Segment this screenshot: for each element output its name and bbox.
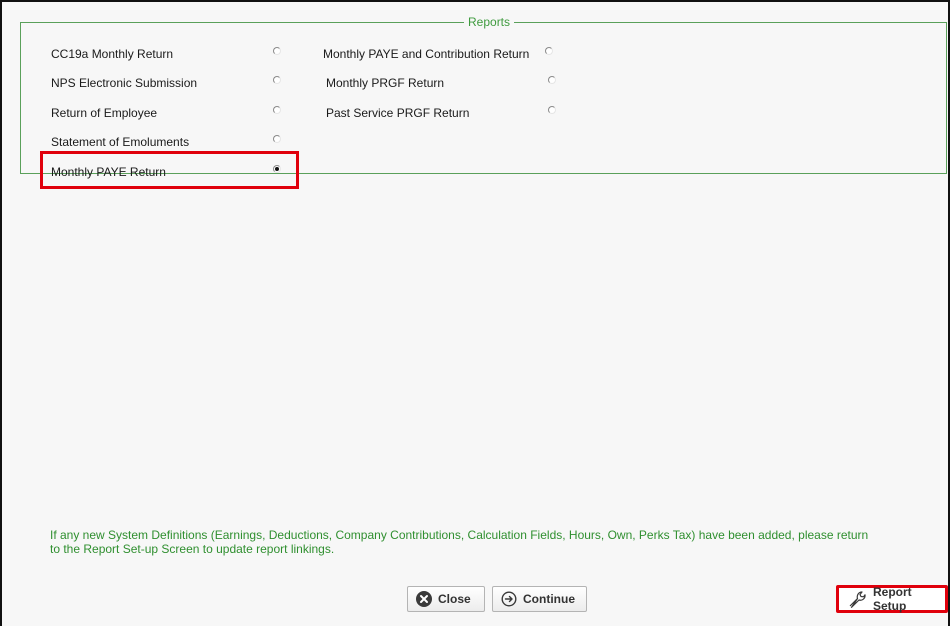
radio-cc19a[interactable] <box>273 47 281 55</box>
report-setup-button-label: Report Setup <box>873 585 912 613</box>
close-button[interactable]: Close <box>407 586 485 612</box>
selected-option-highlight <box>40 151 299 189</box>
close-circle-icon <box>416 591 432 607</box>
radio-monthly-prgf[interactable] <box>548 76 556 84</box>
continue-button[interactable]: Continue <box>492 586 587 612</box>
dialog-window: Reports CC19a Monthly Return NPS Electro… <box>0 0 950 626</box>
radio-nps[interactable] <box>273 76 281 84</box>
option-label-monthly-prgf: Monthly PRGF Return <box>326 76 445 90</box>
option-label-nps: NPS Electronic Submission <box>51 76 198 90</box>
arrow-right-circle-icon <box>501 591 517 607</box>
radio-monthly-paye-contribution[interactable] <box>545 47 553 55</box>
info-line-1: If any new System Definitions (Earnings,… <box>50 528 869 542</box>
info-line-2: to the Report Set-up Screen to update re… <box>50 542 335 556</box>
option-label-cc19a: CC19a Monthly Return <box>51 47 174 61</box>
wrench-icon <box>847 590 867 608</box>
radio-statement-of-emoluments[interactable] <box>273 135 281 143</box>
info-message: If any new System Definitions (Earnings,… <box>50 528 930 556</box>
radio-past-service-prgf[interactable] <box>548 106 556 114</box>
option-label-return-of-employee: Return of Employee <box>51 106 158 120</box>
radio-return-of-employee[interactable] <box>273 106 281 114</box>
option-label-monthly-paye-contribution: Monthly PAYE and Contribution Return <box>323 47 530 61</box>
option-label-statement-of-emoluments: Statement of Emoluments <box>51 135 190 149</box>
reports-group-title: Reports <box>464 15 515 29</box>
close-button-label: Close <box>438 592 471 606</box>
option-label-past-service-prgf: Past Service PRGF Return <box>326 106 470 120</box>
continue-button-label: Continue <box>523 592 575 606</box>
report-setup-button[interactable]: Report Setup <box>836 585 948 613</box>
